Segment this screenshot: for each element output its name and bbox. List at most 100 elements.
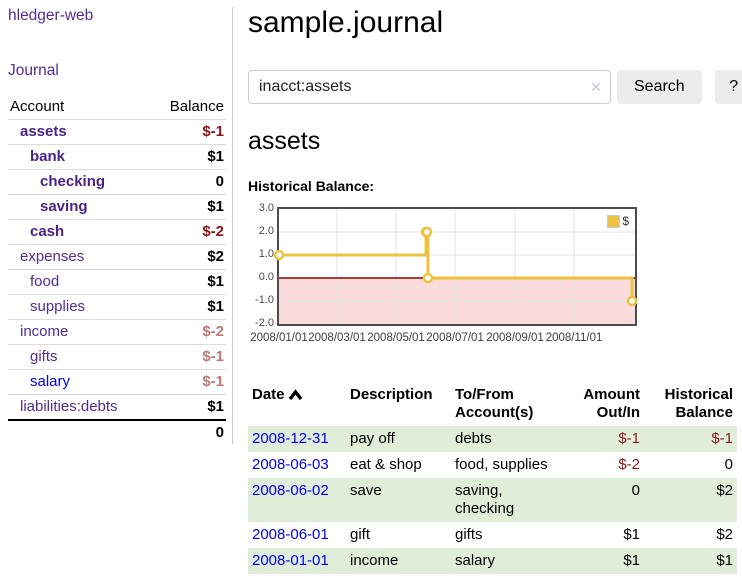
legend-swatch-icon	[607, 215, 620, 228]
account-balance: $2	[151, 245, 226, 270]
x-tick-label: 2008/01/01	[246, 331, 312, 345]
account-balance: $1	[151, 270, 226, 295]
transaction-amount: $1	[569, 522, 644, 548]
accounts-table: Account Balance assets $-1 bank $1 check…	[8, 95, 226, 445]
register-header-date[interactable]: Date	[248, 382, 346, 426]
register-header-accounts: To/From Account(s)	[451, 382, 569, 426]
account-balance: $-2	[151, 220, 226, 245]
account-link[interactable]: food	[30, 273, 59, 291]
transaction-date-link[interactable]: 2008-06-03	[252, 456, 329, 473]
chart-title: Historical Balance:	[248, 179, 742, 194]
account-balance: $-2	[151, 320, 226, 345]
account-link[interactable]: supplies	[30, 298, 85, 316]
account-link[interactable]: income	[20, 323, 68, 341]
register-header-date-label: Date	[252, 386, 285, 403]
table-row: 2008-06-01 gift gifts $1 $2	[248, 522, 737, 548]
account-balance: $1	[151, 395, 226, 421]
register-header-accounts-line1: To/From	[455, 386, 565, 404]
transaction-accounts: debts	[451, 426, 569, 452]
chart-legend: $	[606, 213, 630, 229]
search-row: ✕ Search ?	[248, 70, 742, 104]
register-header-amount: Amount Out/In	[569, 382, 644, 426]
account-balance: $1	[151, 145, 226, 170]
y-tick-label: 3.0	[248, 202, 274, 214]
account-row: bank $1	[8, 145, 226, 170]
search-button[interactable]: Search	[617, 70, 702, 104]
account-row: expenses $2	[8, 245, 226, 270]
accounts-total-spacer	[8, 420, 151, 445]
transaction-accounts: gifts	[451, 522, 569, 548]
transaction-balance: 0	[644, 452, 737, 478]
historical-balance-chart: $ 3.02.01.00.0-1.0-2.0 2008/01/012008/03…	[248, 207, 742, 359]
transaction-balance: $2	[644, 478, 737, 522]
transaction-description: save	[346, 478, 451, 522]
register-header-balance: Historical Balance	[644, 382, 737, 426]
account-balance: $1	[151, 295, 226, 320]
transaction-description: income	[346, 548, 451, 574]
account-row: income $-2	[8, 320, 226, 345]
x-tick-label: 2008/07/01	[422, 331, 488, 345]
transaction-amount: 0	[569, 478, 644, 522]
table-row: 2008-06-02 save saving, checking 0 $2	[248, 478, 737, 522]
y-tick-label: 0.0	[248, 271, 274, 283]
transaction-description: eat & shop	[346, 452, 451, 478]
account-link[interactable]: assets	[20, 123, 67, 141]
register-table: Date Description To/From Account(s) Amou…	[248, 382, 737, 574]
account-row: saving $1	[8, 195, 226, 220]
transaction-date-link[interactable]: 2008-06-02	[252, 482, 329, 499]
sidebar-inner: hledger-web Journal Account Balance asse…	[8, 7, 233, 444]
accounts-total-row: 0	[8, 420, 226, 445]
clear-search-icon[interactable]: ✕	[590, 78, 602, 96]
search-input-wrap: ✕	[248, 70, 611, 104]
account-link[interactable]: checking	[40, 173, 105, 191]
account-link[interactable]: bank	[30, 148, 65, 166]
account-balance: 0	[151, 170, 226, 195]
sidebar-item-journal[interactable]: Journal	[8, 62, 59, 80]
transaction-description: pay off	[346, 426, 451, 452]
chart-canvas	[279, 209, 635, 324]
account-link[interactable]: saving	[40, 198, 88, 216]
app-window: hledger-web Journal Account Balance asse…	[0, 0, 742, 582]
table-row: 2008-01-01 income salary $1 $1	[248, 548, 737, 574]
main-content: sample.journal ✕ Search ? assets Histori…	[233, 0, 742, 582]
page-title: sample.journal	[248, 0, 742, 43]
search-input[interactable]	[248, 70, 611, 104]
sidebar-account-rows: assets $-1 bank $1 checking 0 saving $1 …	[8, 120, 226, 421]
chevron-up-icon	[288, 387, 303, 405]
register-header-description: Description	[346, 382, 451, 426]
transaction-balance: $-1	[644, 426, 737, 452]
transaction-accounts: saving, checking	[451, 478, 569, 522]
transaction-amount: $-1	[569, 426, 644, 452]
account-balance: $1	[151, 195, 226, 220]
x-tick-label: 2008/03/01	[304, 331, 370, 345]
transaction-date-link[interactable]: 2008-12-31	[252, 430, 329, 447]
account-link[interactable]: salary	[30, 373, 70, 391]
help-button[interactable]: ?	[715, 70, 742, 104]
x-tick-label: 2008/09/01	[482, 331, 548, 345]
account-link[interactable]: liabilities:debts	[20, 398, 118, 416]
chart-plot-area: $	[277, 207, 637, 326]
y-tick-label: -1.0	[248, 294, 274, 306]
accounts-header-row: Account Balance	[8, 95, 226, 120]
account-title: assets	[248, 127, 742, 155]
transaction-date-link[interactable]: 2008-06-01	[252, 526, 329, 543]
transaction-amount: $1	[569, 548, 644, 574]
register-header-amount-line1: Amount	[573, 386, 640, 404]
table-row: 2008-12-31 pay off debts $-1 $-1	[248, 426, 737, 452]
account-row: gifts $-1	[8, 345, 226, 370]
account-link[interactable]: cash	[30, 223, 64, 241]
table-row: 2008-06-03 eat & shop food, supplies $-2…	[248, 452, 737, 478]
app-brand-link[interactable]: hledger-web	[8, 7, 93, 25]
account-link[interactable]: expenses	[20, 248, 84, 266]
transaction-accounts: food, supplies	[451, 452, 569, 478]
account-balance: $-1	[151, 345, 226, 370]
account-row: assets $-1	[8, 120, 226, 145]
account-link[interactable]: gifts	[30, 348, 58, 366]
account-row: supplies $1	[8, 295, 226, 320]
account-row: salary $-1	[8, 370, 226, 395]
x-tick-label: 2008/11/01	[541, 331, 607, 345]
register-header-balance-line1: Historical	[648, 386, 733, 404]
transaction-date-link[interactable]: 2008-01-01	[252, 552, 329, 569]
transaction-balance: $1	[644, 548, 737, 574]
register-rows: 2008-12-31 pay off debts $-1 $-1 2008-06…	[248, 426, 737, 574]
